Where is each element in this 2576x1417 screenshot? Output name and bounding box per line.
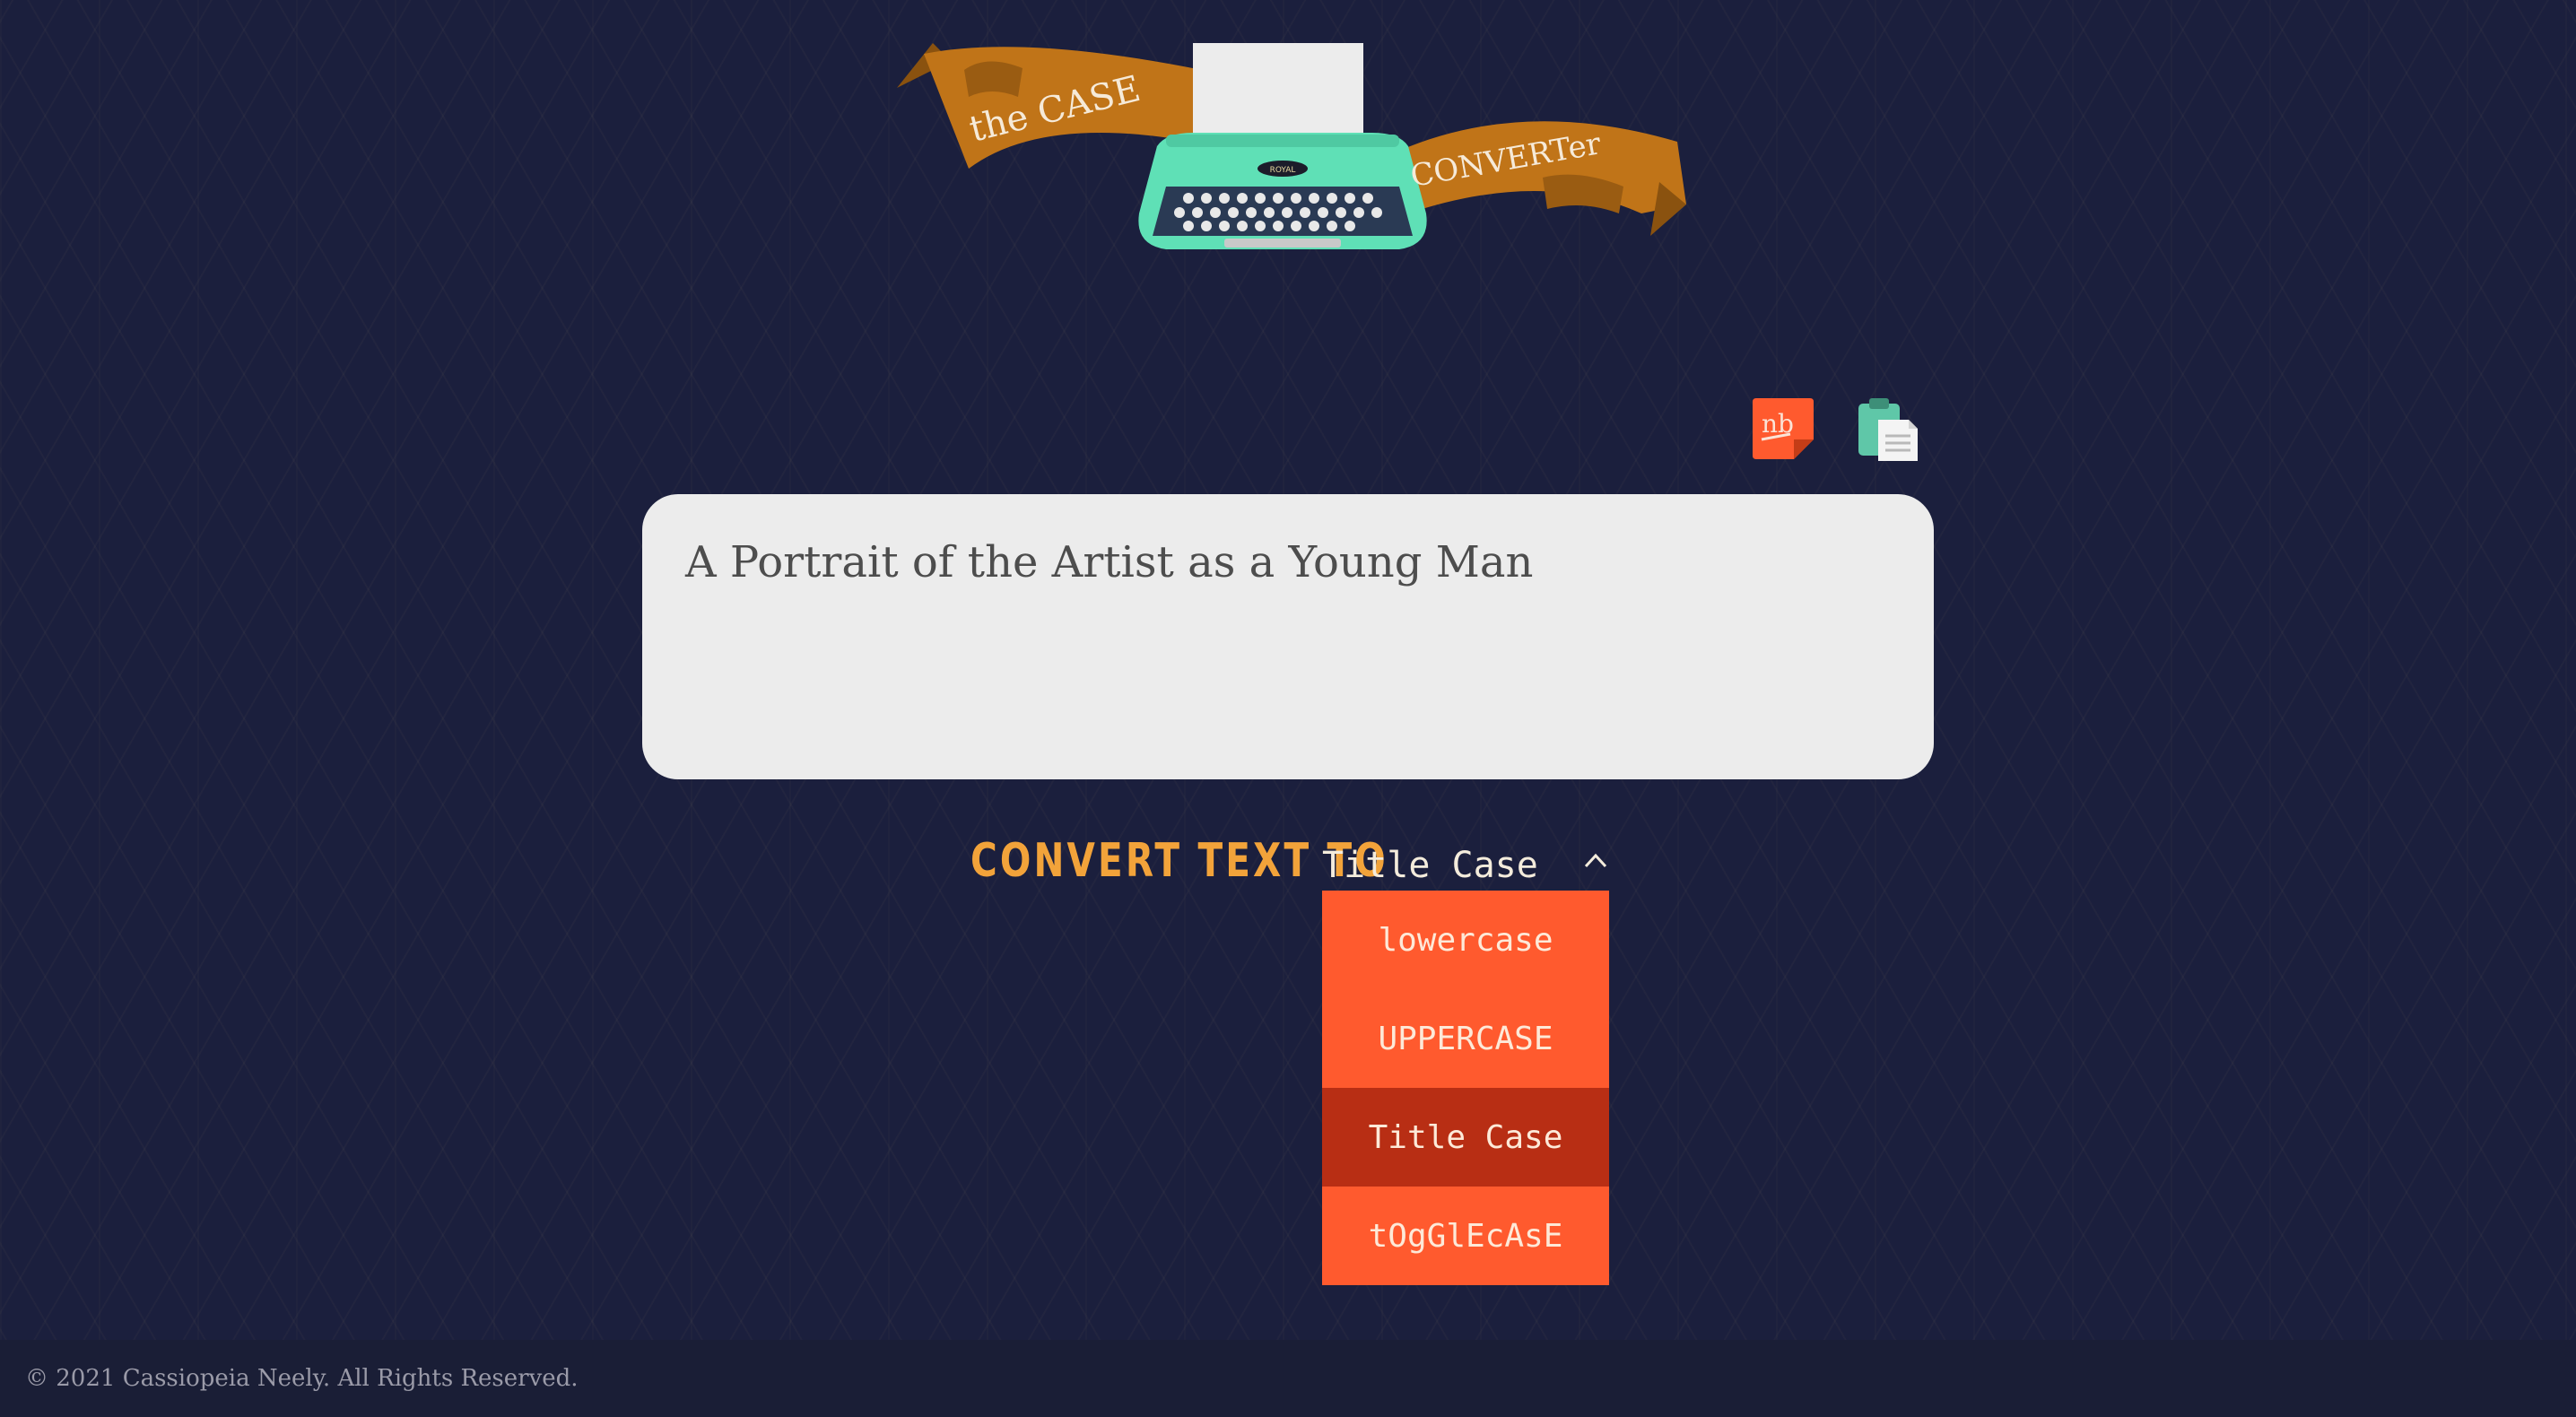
- text-input-value: A Portrait of the Artist as a Young Man: [685, 537, 1534, 587]
- case-dropdown-menu: lowercase UPPERCASE Title Case tOgGlEcAs…: [1322, 891, 1609, 1285]
- case-select-value: Title Case: [1322, 845, 1538, 886]
- copyright-text: © 2021 Cassiopeia Neely. All Rights Rese…: [25, 1365, 579, 1392]
- option-title-case[interactable]: Title Case: [1322, 1088, 1609, 1187]
- text-input[interactable]: A Portrait of the Artist as a Young Man: [642, 494, 1934, 779]
- app-logo: ROYAL the CASE CONVERTer: [897, 34, 1686, 267]
- notebook-icon[interactable]: nb: [1749, 395, 1817, 463]
- toolbar: nb: [1749, 395, 1921, 463]
- chevron-up-icon: [1584, 853, 1607, 868]
- convert-label: CONVERT TEXT TO: [970, 834, 1388, 888]
- option-uppercase[interactable]: UPPERCASE: [1322, 989, 1609, 1088]
- case-select[interactable]: Title Case: [1322, 834, 1609, 897]
- clipboard-icon[interactable]: [1853, 395, 1921, 463]
- typewriter-brand: ROYAL: [1270, 166, 1296, 175]
- option-lowercase[interactable]: lowercase: [1322, 891, 1609, 989]
- option-togglecase[interactable]: tOgGlEcAsE: [1322, 1187, 1609, 1285]
- convert-row: CONVERT TEXT TO Title Case: [970, 834, 1607, 888]
- footer: © 2021 Cassiopeia Neely. All Rights Rese…: [0, 1340, 2576, 1417]
